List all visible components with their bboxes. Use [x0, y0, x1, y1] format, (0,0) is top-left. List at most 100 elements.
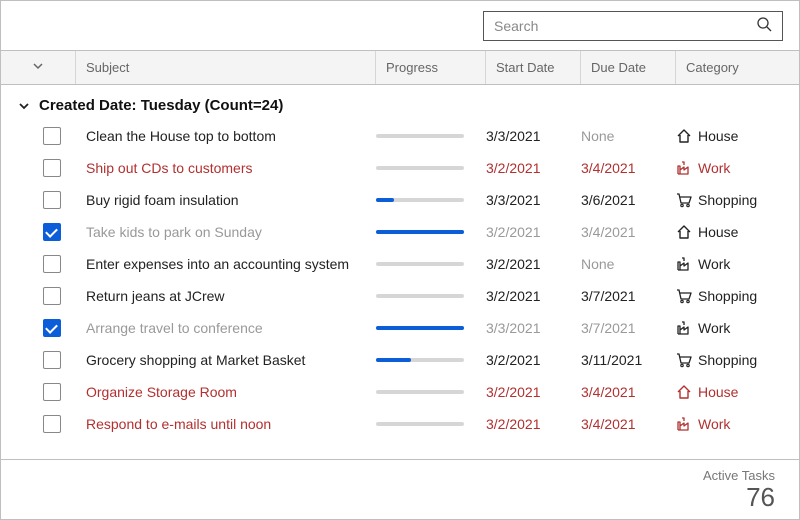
cart-icon: [676, 288, 692, 304]
task-list-window: Subject Progress Start Date Due Date Cat…: [0, 0, 800, 520]
progress-bar[interactable]: [376, 230, 464, 234]
category-label: Work: [698, 320, 730, 336]
cell-category: Work: [676, 256, 799, 272]
cell-due-date: 3/6/2021: [581, 192, 676, 208]
cell-category: Work: [676, 160, 799, 176]
cell-category: Shopping: [676, 192, 799, 208]
task-checkbox[interactable]: [43, 287, 61, 305]
task-checkbox[interactable]: [43, 191, 61, 209]
cart-icon: [676, 352, 692, 368]
task-row[interactable]: Grocery shopping at Market Basket 3/2/202…: [1, 344, 799, 376]
cell-start-date: 3/2/2021: [486, 384, 581, 400]
cell-subject: Arrange travel to conference: [76, 320, 376, 336]
cell-subject: Return jeans at JCrew: [76, 288, 376, 304]
progress-bar[interactable]: [376, 166, 464, 170]
progress-bar[interactable]: [376, 294, 464, 298]
cell-subject: Take kids to park on Sunday: [76, 224, 376, 240]
cell-progress: [376, 166, 486, 170]
progress-fill: [376, 198, 394, 202]
cell-category: Work: [676, 320, 799, 336]
cell-category: House: [676, 384, 799, 400]
cell-due-date: None: [581, 128, 676, 144]
task-row[interactable]: Buy rigid foam insulation3/3/20213/6/202…: [1, 184, 799, 216]
category-label: House: [698, 384, 738, 400]
task-row[interactable]: Ship out CDs to customers3/2/20213/4/202…: [1, 152, 799, 184]
task-row[interactable]: Enter expenses into an accounting system…: [1, 248, 799, 280]
search-box[interactable]: [483, 11, 783, 41]
task-row[interactable]: Respond to e-mails until noon 3/2/20213/4…: [1, 408, 799, 440]
task-row[interactable]: Return jeans at JCrew 3/2/20213/7/2021 Sho…: [1, 280, 799, 312]
task-checkbox[interactable]: [43, 127, 61, 145]
progress-bar[interactable]: [376, 390, 464, 394]
progress-bar[interactable]: [376, 134, 464, 138]
column-header-complete[interactable]: [1, 51, 76, 84]
cell-checkbox: [1, 287, 76, 305]
footer: Active Tasks 76: [1, 459, 799, 519]
column-header-progress[interactable]: Progress: [376, 51, 486, 84]
chevron-down-icon: [15, 99, 33, 113]
task-checkbox[interactable]: [43, 351, 61, 369]
cell-start-date: 3/2/2021: [486, 416, 581, 432]
cell-due-date: 3/4/2021: [581, 416, 676, 432]
progress-bar[interactable]: [376, 326, 464, 330]
cell-checkbox: [1, 383, 76, 401]
group-header[interactable]: Created Date: Tuesday (Count=24): [1, 93, 799, 120]
cell-due-date: 3/11/2021: [581, 352, 676, 368]
category-label: Work: [698, 160, 730, 176]
task-row[interactable]: Organize Storage Room3/2/20213/4/2021Hou…: [1, 376, 799, 408]
factory-icon: [676, 160, 692, 176]
cell-progress: [376, 198, 486, 202]
task-checkbox[interactable]: [43, 255, 61, 273]
chevron-down-icon: [31, 59, 45, 76]
progress-bar[interactable]: [376, 358, 464, 362]
factory-icon: [676, 416, 692, 432]
cell-category: House: [676, 224, 799, 240]
cell-checkbox: [1, 191, 76, 209]
cell-start-date: 3/2/2021: [486, 352, 581, 368]
cell-checkbox: [1, 255, 76, 273]
category-label: Shopping: [698, 192, 757, 208]
cell-subject: Respond to e-mails until noon: [76, 416, 376, 432]
task-checkbox[interactable]: [43, 319, 61, 337]
cell-subject: Ship out CDs to customers: [76, 160, 376, 176]
cell-subject: Clean the House top to bottom: [76, 128, 376, 144]
cell-start-date: 3/2/2021: [486, 288, 581, 304]
progress-bar[interactable]: [376, 422, 464, 426]
task-row[interactable]: Clean the House top to bottom3/3/2021Non…: [1, 120, 799, 152]
house-icon: [676, 224, 692, 240]
column-headers: Subject Progress Start Date Due Date Cat…: [1, 51, 799, 85]
progress-bar[interactable]: [376, 198, 464, 202]
cell-start-date: 3/3/2021: [486, 320, 581, 336]
cell-checkbox: [1, 319, 76, 337]
cell-category: House: [676, 128, 799, 144]
cell-checkbox: [1, 415, 76, 433]
progress-bar[interactable]: [376, 262, 464, 266]
category-label: Work: [698, 416, 730, 432]
cell-due-date: 3/7/2021: [581, 288, 676, 304]
task-checkbox[interactable]: [43, 223, 61, 241]
cell-progress: [376, 294, 486, 298]
cell-due-date: 3/4/2021: [581, 224, 676, 240]
cell-subject: Grocery shopping at Market Basket: [76, 352, 376, 368]
column-header-start-date[interactable]: Start Date: [486, 51, 581, 84]
cell-progress: [376, 262, 486, 266]
cell-category: Shopping: [676, 288, 799, 304]
search-input[interactable]: [492, 17, 754, 35]
task-row[interactable]: Take kids to park on Sunday3/2/20213/4/2…: [1, 216, 799, 248]
cell-checkbox: [1, 351, 76, 369]
task-checkbox[interactable]: [43, 383, 61, 401]
column-header-category[interactable]: Category: [676, 51, 799, 84]
cell-category: Shopping: [676, 352, 799, 368]
cell-checkbox: [1, 127, 76, 145]
task-list-body: Created Date: Tuesday (Count=24) Clean t…: [1, 85, 799, 459]
progress-fill: [376, 326, 464, 330]
task-checkbox[interactable]: [43, 415, 61, 433]
task-row[interactable]: Arrange travel to conference3/3/20213/7/…: [1, 312, 799, 344]
search-button[interactable]: [754, 16, 774, 35]
category-label: Shopping: [698, 288, 757, 304]
progress-fill: [376, 358, 411, 362]
column-header-due-date[interactable]: Due Date: [581, 51, 676, 84]
task-checkbox[interactable]: [43, 159, 61, 177]
cell-start-date: 3/3/2021: [486, 192, 581, 208]
column-header-subject[interactable]: Subject: [76, 51, 376, 84]
